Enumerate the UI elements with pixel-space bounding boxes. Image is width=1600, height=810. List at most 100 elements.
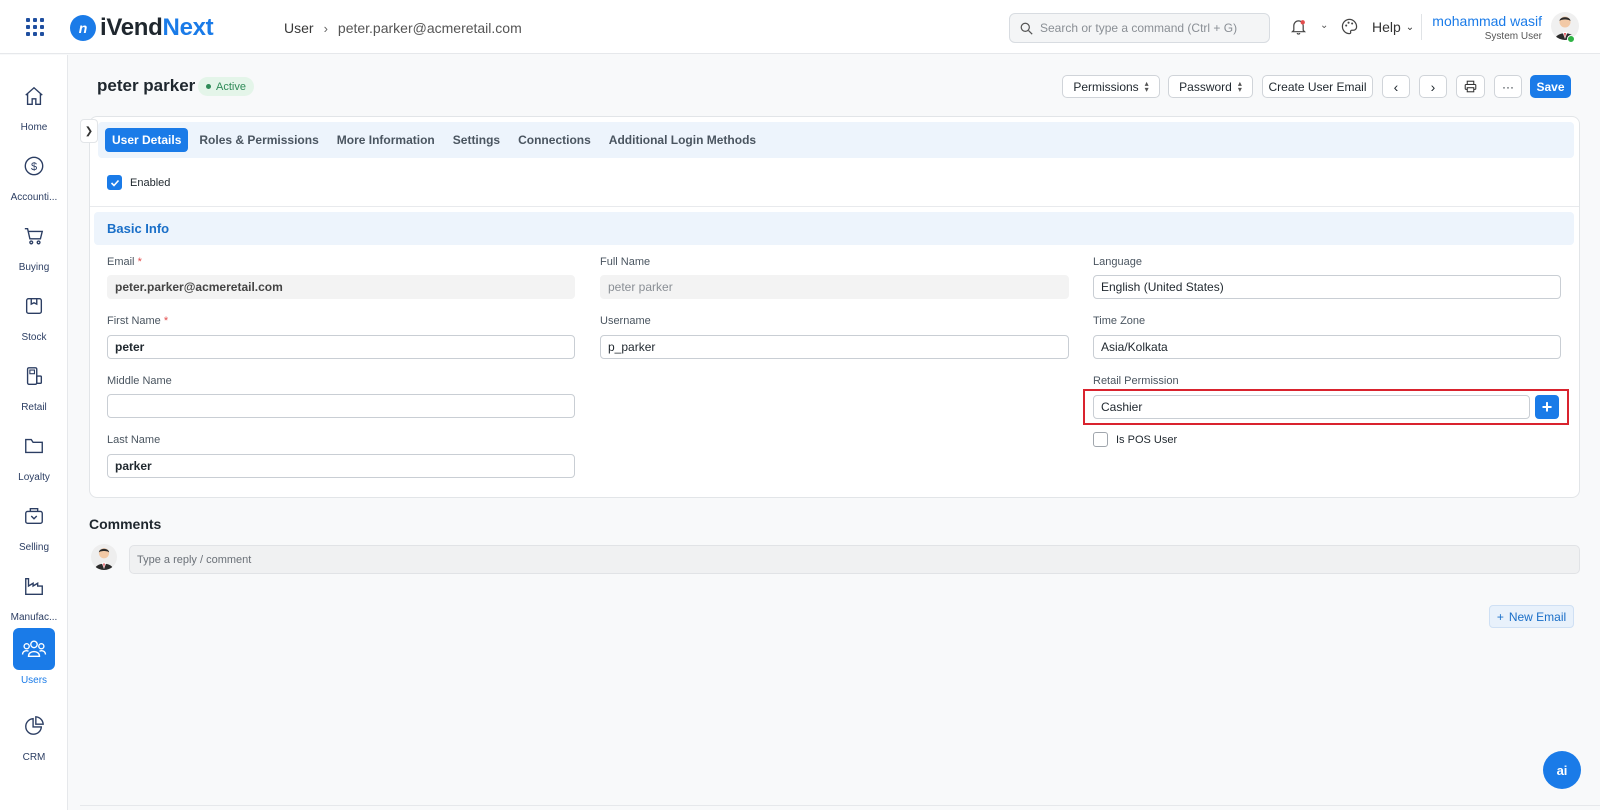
sidebar-item-label: Manufac... bbox=[10, 612, 58, 623]
password-button[interactable]: Password ▴ ▾ bbox=[1168, 75, 1253, 98]
tab-settings[interactable]: Settings bbox=[446, 128, 507, 152]
print-button[interactable] bbox=[1456, 75, 1485, 98]
sort-arrows-icon: ▴ ▾ bbox=[1144, 78, 1149, 94]
form-tabs: User Details Roles & Permissions More In… bbox=[98, 122, 1574, 158]
logo-mark-icon: n bbox=[70, 15, 96, 41]
tab-user-details[interactable]: User Details bbox=[105, 128, 189, 152]
middle-name-field[interactable] bbox=[107, 394, 575, 418]
create-user-email-button[interactable]: Create User Email bbox=[1262, 75, 1373, 98]
add-retail-permission-button[interactable]: + bbox=[1535, 395, 1559, 419]
svg-text:$: $ bbox=[31, 161, 37, 173]
sidebar-item-label: Buying bbox=[18, 262, 50, 273]
bell-icon[interactable] bbox=[1291, 19, 1306, 35]
full-name-field: peter parker bbox=[600, 275, 1069, 299]
sidebar-item-accounting[interactable]: $ Accounti... bbox=[0, 145, 68, 203]
chevron-right-icon: › bbox=[1430, 78, 1436, 95]
status-dot bbox=[206, 84, 211, 89]
pos-user-field: Is POS User bbox=[1093, 432, 1177, 447]
section-header bbox=[94, 212, 1574, 245]
tab-more-information[interactable]: More Information bbox=[330, 128, 442, 152]
sidebar-item-stock[interactable]: Stock bbox=[0, 285, 68, 343]
ai-assistant-button[interactable]: ai bbox=[1543, 751, 1581, 789]
enabled-checkbox[interactable] bbox=[107, 175, 122, 190]
breadcrumb: User › peter.parker@acmeretail.com bbox=[284, 20, 522, 36]
last-name-field[interactable]: parker bbox=[107, 454, 575, 478]
pos-user-label: Is POS User bbox=[1116, 433, 1178, 446]
search-input[interactable] bbox=[1040, 21, 1260, 35]
retail-permission-label: Retail Permission bbox=[1093, 375, 1179, 387]
create-email-label: Create User Email bbox=[1268, 79, 1367, 94]
first-name-field[interactable]: peter bbox=[107, 335, 575, 359]
breadcrumb-item-user[interactable]: User bbox=[284, 20, 314, 36]
section-title: Basic Info bbox=[107, 221, 170, 236]
sidebar-item-label: Home bbox=[20, 122, 48, 133]
users-icon bbox=[21, 640, 47, 658]
last-name-label: Last Name bbox=[107, 434, 161, 446]
sidebar-item-label: Retail bbox=[21, 402, 47, 413]
password-label: Password bbox=[1179, 79, 1232, 94]
sidebar-item-label: Selling bbox=[18, 542, 50, 553]
sidebar-item-manufacturing[interactable]: Manufac... bbox=[0, 565, 68, 623]
search-bar[interactable] bbox=[1009, 13, 1270, 43]
sidebar-item-retail[interactable]: Retail bbox=[0, 355, 68, 413]
palette-icon[interactable] bbox=[1341, 18, 1358, 35]
folder-icon bbox=[25, 438, 43, 454]
username-label: Username bbox=[600, 315, 651, 327]
status-text: Active bbox=[216, 80, 246, 93]
page-title: peter parker bbox=[97, 76, 196, 95]
divider bbox=[90, 206, 1579, 207]
pos-user-checkbox[interactable] bbox=[1093, 432, 1108, 447]
sidebar-item-label: Accounti... bbox=[10, 192, 58, 203]
timezone-label: Time Zone bbox=[1093, 315, 1146, 327]
avatar[interactable] bbox=[1551, 12, 1579, 40]
printer-icon bbox=[1464, 80, 1477, 93]
app-grid-icon[interactable] bbox=[26, 18, 44, 36]
previous-record-button[interactable]: ‹ bbox=[1382, 75, 1410, 98]
sort-arrows-icon: ▴ ▾ bbox=[1237, 78, 1242, 94]
divider bbox=[1421, 14, 1422, 40]
expand-sidebar-button[interactable]: ❯ bbox=[80, 119, 98, 143]
next-record-button[interactable]: › bbox=[1419, 75, 1447, 98]
retail-permission-field[interactable]: Cashier bbox=[1093, 395, 1530, 419]
middle-name-label: Middle Name bbox=[107, 375, 172, 387]
tab-additional-login-methods[interactable]: Additional Login Methods bbox=[602, 128, 763, 152]
enabled-field: Enabled bbox=[107, 175, 170, 190]
divider bbox=[80, 805, 1600, 806]
bag-icon bbox=[25, 507, 43, 525]
chevron-left-icon: ‹ bbox=[1393, 78, 1399, 95]
tab-roles-permissions[interactable]: Roles & Permissions bbox=[192, 128, 325, 152]
save-label: Save bbox=[1536, 79, 1565, 94]
sidebar-item-home[interactable]: Home bbox=[0, 75, 68, 133]
sidebar-item-buying[interactable]: Buying bbox=[0, 215, 68, 273]
permissions-button[interactable]: Permissions ▴ ▾ bbox=[1062, 75, 1160, 98]
more-label: ··· bbox=[1502, 79, 1514, 94]
sidebar-item-label: Stock bbox=[21, 332, 47, 343]
enabled-label: Enabled bbox=[130, 176, 171, 189]
new-email-button[interactable]: + New Email bbox=[1489, 605, 1574, 628]
more-actions-button[interactable]: ··· bbox=[1494, 75, 1522, 98]
user-name: mohammad wasif bbox=[1432, 13, 1542, 29]
user-role: System User bbox=[1484, 31, 1542, 42]
comment-box[interactable] bbox=[129, 545, 1580, 574]
sidebar-item-loyalty[interactable]: Loyalty bbox=[0, 425, 68, 483]
tab-connections[interactable]: Connections bbox=[511, 128, 598, 152]
breadcrumb-item-current[interactable]: peter.parker@acmeretail.com bbox=[338, 20, 522, 36]
comment-input[interactable] bbox=[137, 553, 1579, 566]
sidebar-item-label: Users bbox=[20, 675, 48, 686]
plus-icon: + bbox=[1541, 396, 1553, 417]
chevron-down-icon[interactable]: ⌄ bbox=[1320, 20, 1328, 31]
sidebar-item-crm[interactable]: CRM bbox=[0, 705, 68, 763]
email-field[interactable]: peter.parker@acmeretail.com bbox=[107, 275, 575, 299]
save-button[interactable]: Save bbox=[1530, 75, 1571, 98]
language-field[interactable]: English (United States) bbox=[1093, 275, 1561, 299]
app-logo[interactable]: n iVendNext bbox=[70, 14, 214, 42]
permissions-label: Permissions bbox=[1073, 79, 1139, 94]
sidebar-item-selling[interactable]: Selling bbox=[0, 495, 68, 553]
sidebar-item-users[interactable]: Users bbox=[0, 628, 68, 686]
timezone-field[interactable]: Asia/Kolkata bbox=[1093, 335, 1561, 359]
user-menu[interactable]: mohammad wasif System User bbox=[1432, 13, 1542, 42]
full-name-label: Full Name bbox=[600, 256, 651, 268]
plus-icon: + bbox=[1496, 609, 1504, 624]
help-menu[interactable]: Help ⌄ bbox=[1372, 19, 1414, 35]
username-field[interactable]: p_parker bbox=[600, 335, 1069, 359]
